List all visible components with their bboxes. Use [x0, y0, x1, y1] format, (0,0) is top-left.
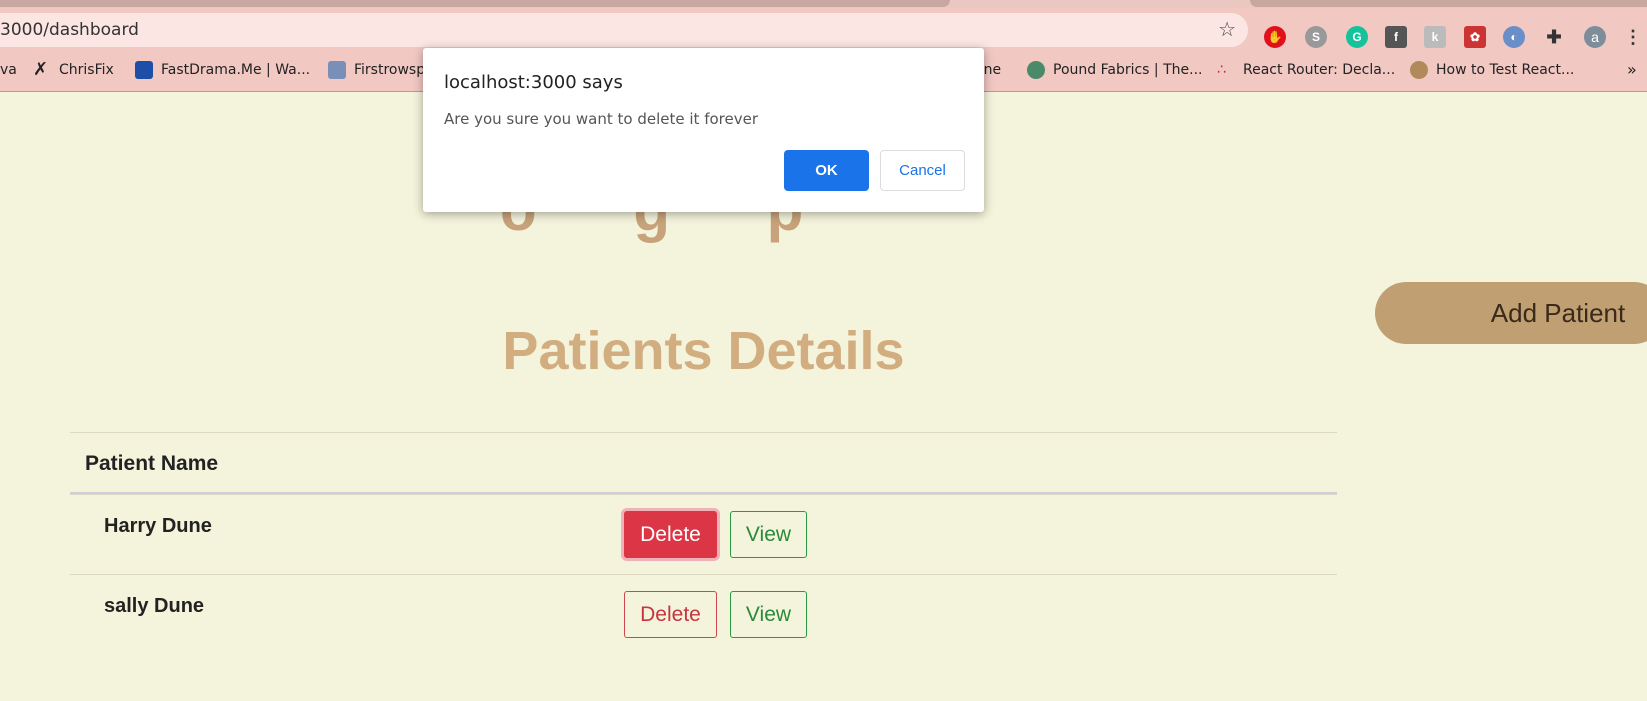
bookmark-item[interactable]: Firstrowsp — [328, 52, 425, 88]
adblock-icon[interactable]: ✋ — [1264, 26, 1286, 48]
patients-table: Patient Name Harry Dune Delete View sall… — [70, 432, 1337, 654]
tab-strip — [0, 0, 1647, 8]
react-router-icon: ∴ — [1217, 62, 1226, 78]
grammarly-icon[interactable]: G — [1346, 26, 1368, 48]
dialog-origin: localhost:3000 says — [444, 72, 623, 93]
column-header-name: Patient Name — [85, 452, 219, 475]
bookmark-item[interactable]: FastDrama.Me | Wa... — [135, 52, 310, 88]
address-bar[interactable]: 3000/dashboard ☆ — [0, 13, 1248, 47]
confirm-dialog: localhost:3000 says Are you sure you wan… — [423, 48, 984, 212]
patient-name: sally Dune — [104, 595, 205, 617]
view-button[interactable]: View — [730, 511, 807, 558]
extension-k-icon[interactable]: k — [1424, 26, 1446, 48]
patient-name: Harry Dune — [104, 515, 212, 537]
firstrowsports-icon — [328, 61, 346, 79]
bookmark-item[interactable]: How to Test React... — [1410, 52, 1574, 88]
dialog-message: Are you sure you want to delete it forev… — [444, 110, 758, 128]
puzzle-icon[interactable]: ✚ — [1543, 26, 1565, 48]
browser-tab[interactable] — [0, 0, 950, 7]
kebab-menu-icon[interactable]: ⋮ — [1622, 26, 1644, 48]
add-patient-button[interactable]: Add Patient — [1375, 282, 1647, 344]
table-row: Harry Dune Delete View — [70, 494, 1337, 574]
bookmark-item[interactable]: ∴ React Router: Decla... — [1217, 52, 1395, 88]
bookmark-item[interactable]: Pound Fabrics | The... — [1027, 52, 1202, 88]
ok-button[interactable]: OK — [784, 150, 869, 191]
extension-red-icon[interactable]: ✿ — [1464, 26, 1486, 48]
avatar[interactable]: a — [1584, 26, 1606, 48]
section-title: Patients Details — [502, 321, 905, 381]
delete-button[interactable]: Delete — [624, 591, 717, 638]
bookmark-star-icon[interactable]: ☆ — [1218, 13, 1236, 47]
fastdrama-icon — [135, 61, 153, 79]
cancel-button[interactable]: Cancel — [880, 150, 965, 191]
facebook-extension-icon[interactable]: f — [1385, 26, 1407, 48]
table-row: sally Dune Delete View — [70, 574, 1337, 654]
delete-button[interactable]: Delete — [624, 511, 717, 558]
extension-gray-icon[interactable]: S — [1305, 26, 1327, 48]
bookmark-item[interactable]: ✗ ChrisFix — [33, 52, 114, 88]
table-header: Patient Name — [70, 432, 1337, 494]
url-text[interactable]: 3000/dashboard — [0, 13, 139, 47]
bookmark-item[interactable]: va — [0, 52, 17, 88]
test-react-icon — [1410, 61, 1428, 79]
chrisfix-icon: ✗ — [33, 59, 49, 80]
view-button[interactable]: View — [730, 591, 807, 638]
browser-toolbar: 3000/dashboard ☆ ✋ S G f k ✿ ◐ ✚ a ⋮ — [0, 8, 1647, 52]
browser-tab[interactable] — [1250, 0, 1647, 7]
bookmarks-overflow-icon[interactable]: » — [1627, 52, 1637, 88]
extension-blue-icon[interactable]: ◐ — [1503, 26, 1525, 48]
pound-fabrics-icon — [1027, 61, 1045, 79]
